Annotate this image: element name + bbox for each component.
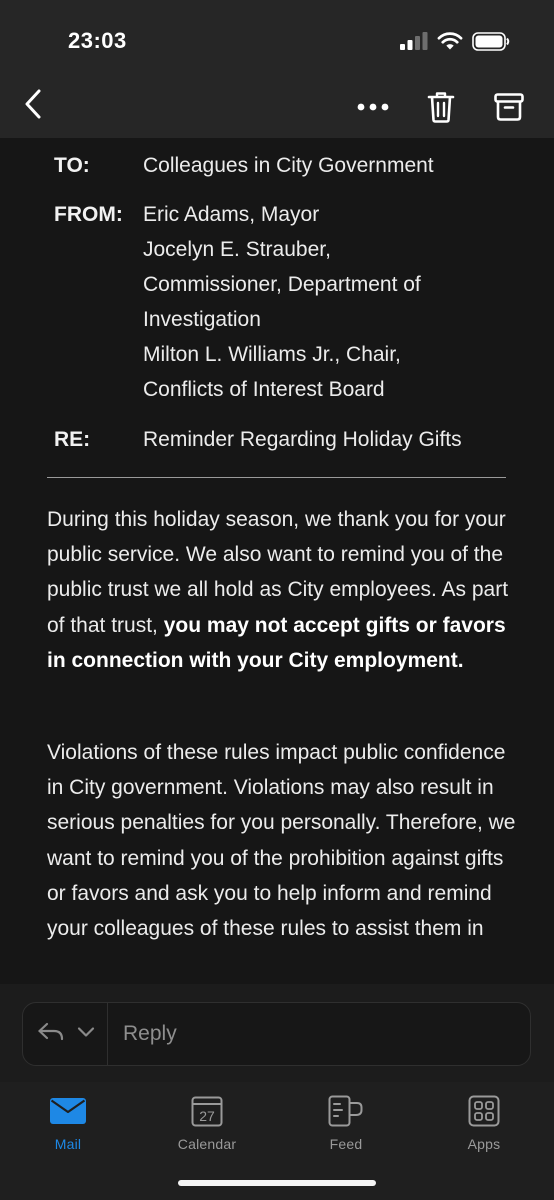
memo-from-line: Jocelyn E. Strauber, <box>143 238 331 261</box>
calendar-icon-day: 27 <box>199 1108 215 1124</box>
status-icons <box>400 30 510 52</box>
tab-feed[interactable]: Feed <box>296 1094 396 1152</box>
tab-feed-label: Feed <box>329 1136 363 1152</box>
battery-icon <box>472 31 510 51</box>
reply-bar <box>0 984 554 1082</box>
feed-icon <box>328 1095 363 1127</box>
apps-grid-icon <box>468 1095 500 1127</box>
memo-from-line: Conflicts of Interest Board <box>143 378 385 401</box>
calendar-icon: 27 <box>191 1096 223 1127</box>
memo-from-line: Investigation <box>143 308 261 331</box>
memo-from-line: Milton L. Williams Jr., Chair, <box>143 343 401 366</box>
reply-box <box>22 1002 531 1066</box>
trash-icon <box>427 92 455 123</box>
memo-from-value: Eric Adams, Mayor Jocelyn E. Strauber, C… <box>143 197 523 407</box>
tab-calendar-label: Calendar <box>177 1136 237 1152</box>
wifi-icon <box>437 31 463 49</box>
tab-mail[interactable]: Mail <box>18 1094 118 1152</box>
delete-button[interactable] <box>422 88 460 126</box>
memo-re-value: Reminder Regarding Holiday Gifts <box>143 428 462 451</box>
tab-apps[interactable]: Apps <box>434 1094 534 1152</box>
memo-divider <box>47 477 506 478</box>
memo-from-label: FROM: <box>54 203 123 226</box>
body-paragraph-2: Violations of these rules impact public … <box>47 741 516 941</box>
reply-separator <box>107 1003 108 1065</box>
home-indicator <box>178 1180 376 1186</box>
reply-arrow-icon <box>38 1022 64 1041</box>
status-time: 23:03 <box>68 28 127 53</box>
tab-apps-label: Apps <box>467 1136 501 1152</box>
tab-mail-label: Mail <box>54 1136 82 1152</box>
body-paragraph-1: During this holiday season, we thank you… <box>47 502 517 678</box>
back-button[interactable] <box>22 88 50 128</box>
memo-from-line: Commissioner, Department of <box>143 273 421 296</box>
archive-icon <box>494 93 524 121</box>
tab-calendar[interactable]: 27 Calendar <box>157 1094 257 1152</box>
reply-options-button[interactable] <box>37 1021 95 1043</box>
email-body[interactable]: TO: Colleagues in City Government FROM: … <box>0 138 554 984</box>
chevron-down-icon <box>77 1027 95 1037</box>
cellular-signal-icon <box>400 32 428 50</box>
more-horizontal-icon <box>357 103 389 111</box>
message-actions <box>354 88 528 126</box>
memo-from-line: Eric Adams, Mayor <box>143 203 320 226</box>
archive-button[interactable] <box>490 88 528 126</box>
memo-to-value: Colleagues in City Government <box>143 154 434 177</box>
memo-re-label: RE: <box>54 428 91 451</box>
chevron-left-icon <box>25 89 41 119</box>
more-button[interactable] <box>354 88 392 126</box>
reply-input[interactable] <box>123 1003 503 1065</box>
memo-to-label: TO: <box>54 154 90 177</box>
top-bar: 23:03 <box>0 0 554 138</box>
mail-icon <box>50 1098 86 1124</box>
